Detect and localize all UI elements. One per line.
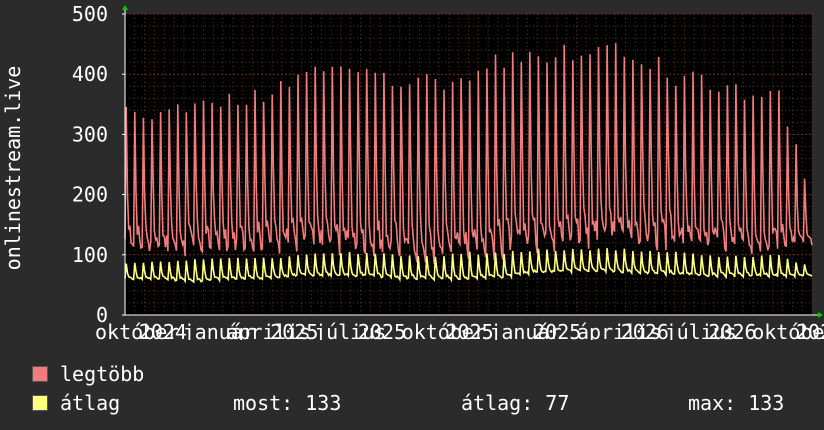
x-tick-label: 2024: [139, 320, 187, 340]
x-tick-label: 2025: [270, 320, 318, 340]
legend-item-avg: átlag: [32, 391, 120, 415]
stat-avg: átlag: 77: [461, 391, 570, 415]
legend-item-max: legtöbb: [32, 362, 144, 386]
y-axis-arrow: [122, 5, 128, 10]
chart: 0100200300400500 október2024januáráprili…: [1, 2, 824, 340]
x-tick-label: 2026: [621, 320, 669, 340]
x-tick-label: 2025: [533, 320, 581, 340]
x-tick-label: 2026: [796, 320, 824, 340]
stat-now: most: 133: [233, 391, 342, 415]
legend-label-max: legtöbb: [60, 362, 145, 386]
legend-swatch-max: [32, 366, 48, 382]
y-tick-label: 500: [72, 2, 108, 26]
x-tick-label: 2025: [446, 320, 494, 340]
x-tick-label: 2026: [708, 320, 756, 340]
y-tick-label: 200: [72, 183, 108, 207]
y-ticks: 0100200300400500: [72, 2, 125, 327]
y-tick-label: 100: [72, 243, 108, 267]
x-axis-arrow: [818, 312, 823, 318]
legend-swatch-avg: [32, 395, 48, 411]
x-ticks: október2024januáráprilis2025július2025ok…: [95, 320, 824, 340]
stat-max: max: 133: [688, 391, 785, 415]
x-tick-label: 2025: [358, 320, 406, 340]
y-axis-label: onlinestream.live: [1, 66, 25, 271]
legend-label-avg: átlag: [60, 391, 121, 415]
y-tick-label: 400: [72, 62, 108, 86]
y-tick-label: 300: [72, 122, 108, 146]
